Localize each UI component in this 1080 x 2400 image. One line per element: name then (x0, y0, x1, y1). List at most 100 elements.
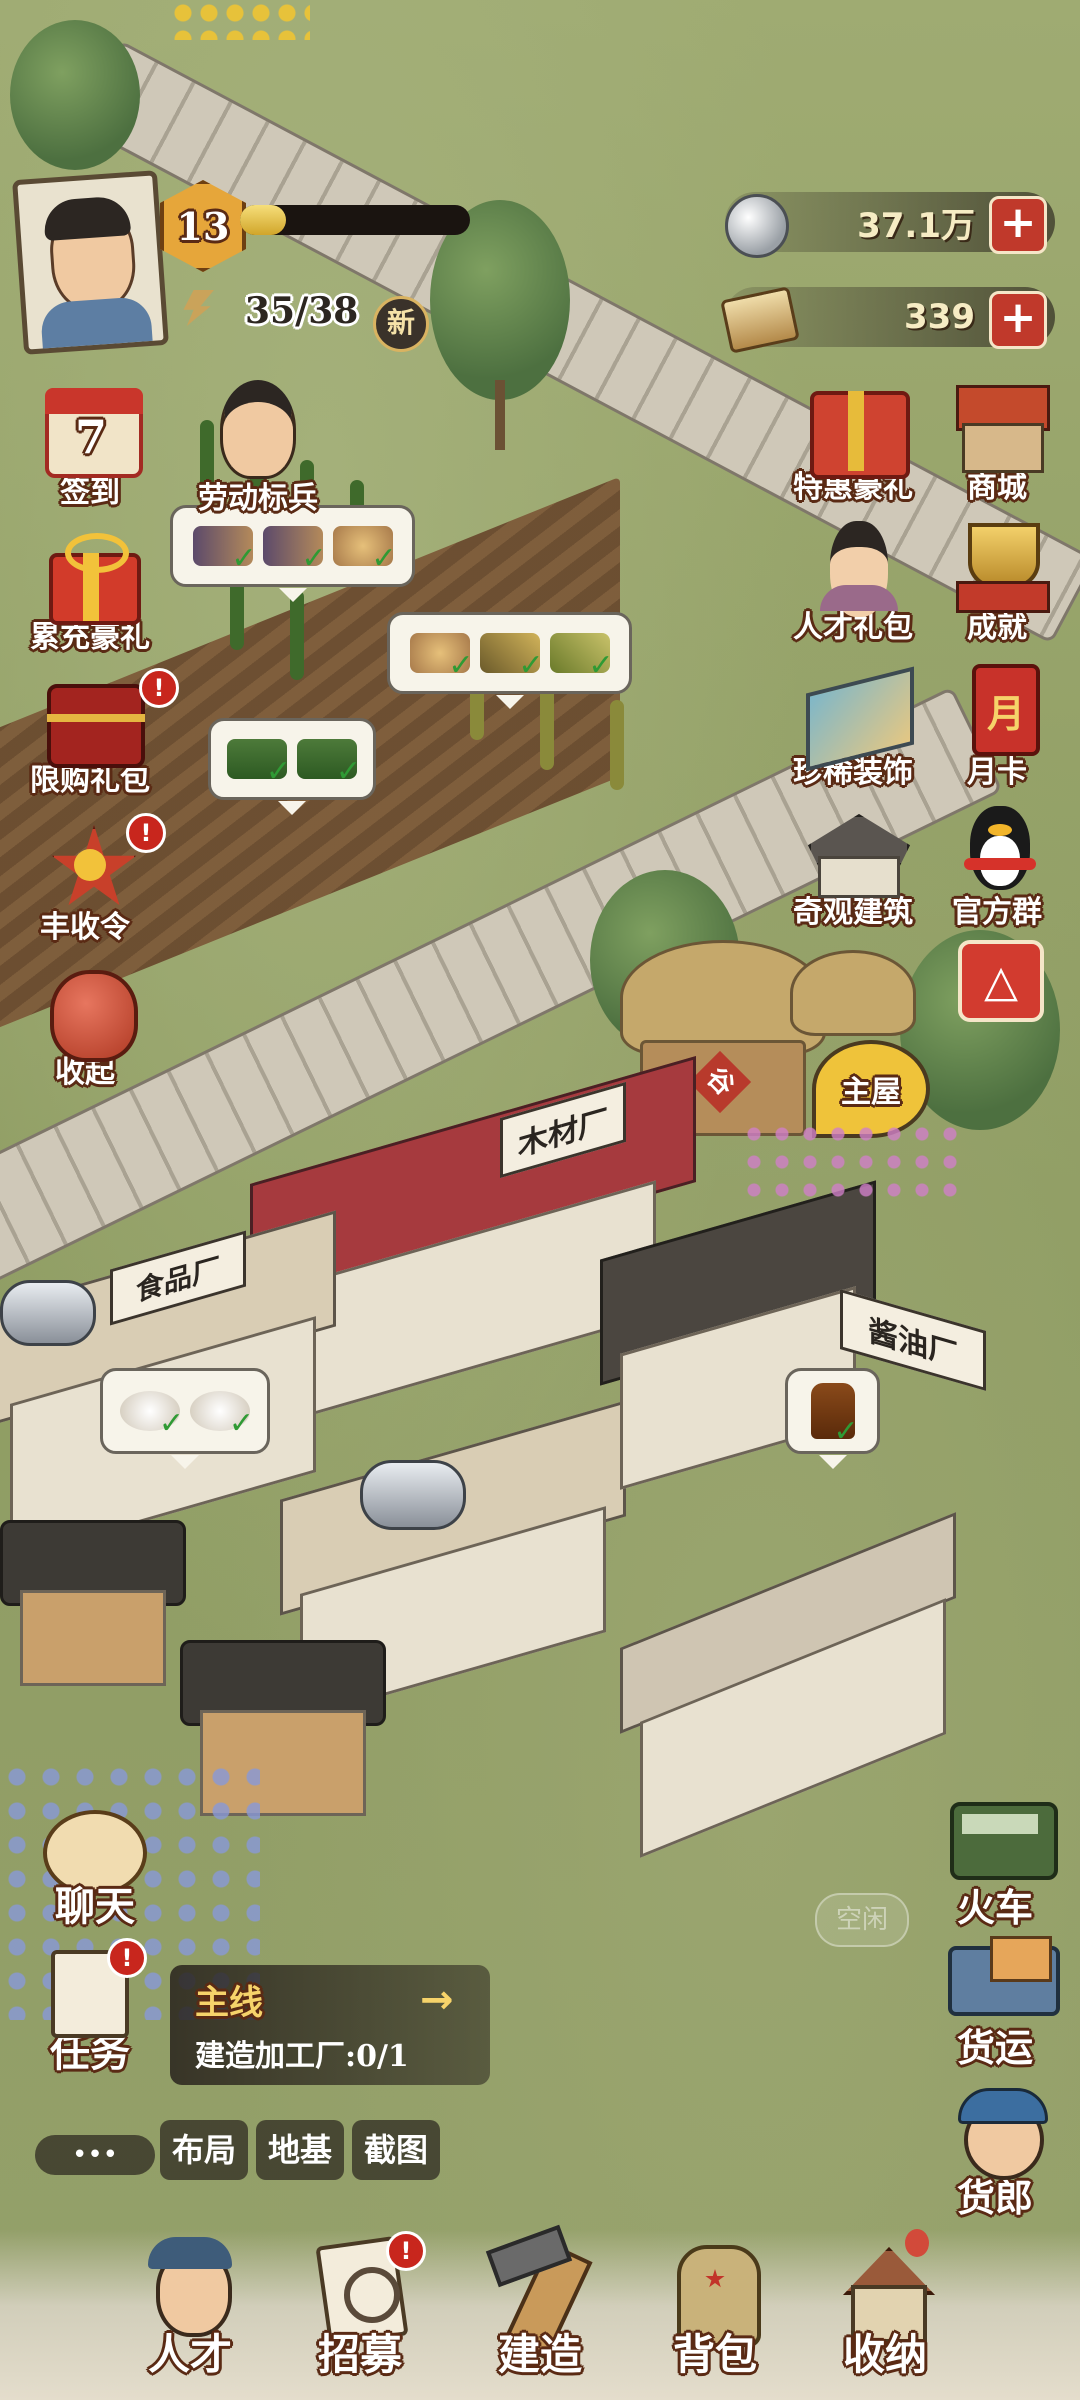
shop-button[interactable]: 商城 (922, 375, 1072, 506)
harvest-bubble-bamboo[interactable]: ✓ ✓ (208, 718, 376, 815)
nav-build-button[interactable]: 建造 (460, 2224, 620, 2382)
monthly-card-glyph: 月 (986, 690, 1025, 736)
bamboo-icon: ✓ (297, 739, 361, 789)
freight-label: 货运 (956, 2025, 1033, 2070)
monthly-card-icon: 月 (942, 660, 1052, 756)
limited-pack-alert-badge: ! (139, 668, 179, 708)
harvest-bubble-buns[interactable]: ✓ ✓ (100, 1368, 270, 1469)
main-house-label: 主屋 (841, 1075, 901, 1110)
exp-bar (240, 205, 470, 235)
harvest-bubble-sugarcane[interactable]: ✓ ✓ ✓ (170, 505, 415, 602)
labor-hero-button[interactable]: 劳动标兵 (178, 380, 338, 517)
tree (10, 20, 140, 170)
penguin-icon (942, 800, 1052, 895)
plus-icon: + (999, 197, 1037, 248)
peddler-face-icon (940, 2080, 1050, 2180)
wonder-building-icon (798, 800, 910, 898)
bun-icon: ✓ (120, 1391, 184, 1441)
rare-decor-button[interactable]: 珍稀装饰 (778, 660, 928, 791)
soy-sauce-jar-icon: ✓ (810, 1383, 859, 1449)
game-map[interactable]: 谷 主屋 木材厂 食品厂 酱油厂 空闲 (0, 0, 1080, 2400)
truck-icon (940, 1930, 1060, 2025)
add-coins-button[interactable]: + (989, 196, 1047, 254)
train-label: 火车 (956, 1885, 1033, 1930)
quest-arrow-icon: → (420, 1977, 454, 2023)
cash-stack-icon (720, 286, 800, 354)
nav-talent-button[interactable]: 人才 (110, 2227, 270, 2382)
quest-type: 主线 (195, 1983, 263, 2023)
bamboo-icon: ✓ (227, 739, 291, 789)
more-icon: ••• (71, 2140, 118, 2170)
nav-build-label: 建造 (497, 2330, 582, 2379)
coin-value: 37.1万 (857, 205, 975, 246)
wheat-crop (610, 700, 624, 790)
checkin-day: 7 (75, 410, 108, 464)
recruit-alert-badge: ! (386, 2231, 426, 2271)
add-cash-button[interactable]: + (989, 291, 1047, 349)
treasure-chest-icon: ! (35, 668, 179, 768)
stamina-value: 35/38 (245, 290, 359, 332)
nav-recruit-button[interactable]: ! 招募 (280, 2227, 440, 2382)
warehouse[interactable] (550, 1512, 970, 1858)
thatched-hut[interactable] (0, 1520, 190, 1690)
tool-foundation-label: 地基 (267, 2131, 332, 2169)
expand-menu-button[interactable]: △ (958, 940, 1044, 1022)
official-group-button[interactable]: 官方群 (922, 800, 1072, 931)
cash-value: 339 (904, 297, 975, 337)
player-avatar[interactable] (12, 170, 169, 355)
harvest-bubble-grain[interactable]: ✓ ✓ ✓ (387, 612, 632, 709)
tool-foundation-button[interactable]: 地基 (256, 2120, 344, 2180)
flower-bed (170, 0, 310, 40)
train-icon (940, 1790, 1058, 1885)
train-button[interactable]: 火车 (920, 1790, 1070, 1932)
calendar-icon: 7 (35, 380, 145, 478)
nav-storage-label: 收纳 (842, 2330, 927, 2379)
new-badge-label: 新 (386, 306, 415, 339)
bun-icon: ✓ (190, 1391, 254, 1441)
checkin-button[interactable]: 7 签到 (15, 380, 165, 511)
monthly-card-button[interactable]: 月 月卡 (922, 660, 1072, 791)
nav-storage-button[interactable]: 收纳 (805, 2227, 965, 2382)
sugarcane-icon: ✓ (192, 526, 257, 576)
trophy-icon (942, 515, 1052, 613)
tool-screenshot-label: 截图 (363, 2131, 428, 2169)
new-badge[interactable]: 新 (373, 296, 429, 352)
special-gift-button[interactable]: 特惠豪礼 (778, 375, 928, 506)
harvest-order-alert-badge: ! (126, 813, 166, 853)
talent-portrait-icon (798, 515, 908, 617)
sugarcane-icon: ✓ (262, 526, 327, 576)
shop-stall-icon (942, 375, 1052, 473)
collapse-button[interactable]: 收起 (10, 960, 160, 1091)
gift-box-icon (35, 525, 145, 625)
rice-icon: ✓ (549, 633, 614, 683)
coin-bar: 37.1万 + (725, 192, 1055, 258)
recharge-gift-button[interactable]: 累充豪礼 (15, 525, 165, 656)
limited-pack-button[interactable]: ! 限购礼包 (15, 668, 179, 799)
freight-button[interactable]: 货运 (920, 1930, 1070, 2072)
harvest-order-button[interactable]: ! 丰收令 (10, 813, 166, 946)
tool-screenshot-button[interactable]: 截图 (352, 2120, 440, 2180)
nav-backpack-label: 背包 (672, 2330, 757, 2379)
ginger-icon: ✓ (409, 633, 474, 683)
chat-button[interactable]: 聊天 (25, 1810, 165, 1932)
rare-decor-icon (798, 660, 914, 772)
nav-recruit-label: 招募 (317, 2330, 402, 2379)
labor-hero-avatar (220, 380, 296, 479)
level-value: 13 (176, 203, 230, 249)
wonder-building-button[interactable]: 奇观建筑 (778, 800, 928, 931)
harvest-bubble-soysauce[interactable]: ✓ (785, 1368, 880, 1469)
silver-coin-icon (725, 194, 789, 258)
task-button[interactable]: ! 任务 (20, 1938, 160, 2078)
tool-layout-button[interactable]: 布局 (160, 2120, 248, 2180)
more-button[interactable]: ••• (35, 2135, 155, 2175)
main-quest-panel[interactable]: 主线 → 建造加工厂:0/1 (170, 1965, 490, 2085)
tool-layout-label: 布局 (171, 2131, 236, 2169)
plus-icon: + (999, 292, 1037, 343)
peddler-button[interactable]: 货郎 (920, 2080, 1070, 2222)
special-gift-icon (798, 375, 910, 479)
talent-pack-button[interactable]: 人才礼包 (778, 515, 928, 646)
achievement-button[interactable]: 成就 (922, 515, 1072, 646)
bamboo-crop (290, 590, 304, 680)
triangle-up-icon: △ (984, 955, 1018, 1007)
nav-backpack-button[interactable]: 背包 (635, 2227, 795, 2382)
